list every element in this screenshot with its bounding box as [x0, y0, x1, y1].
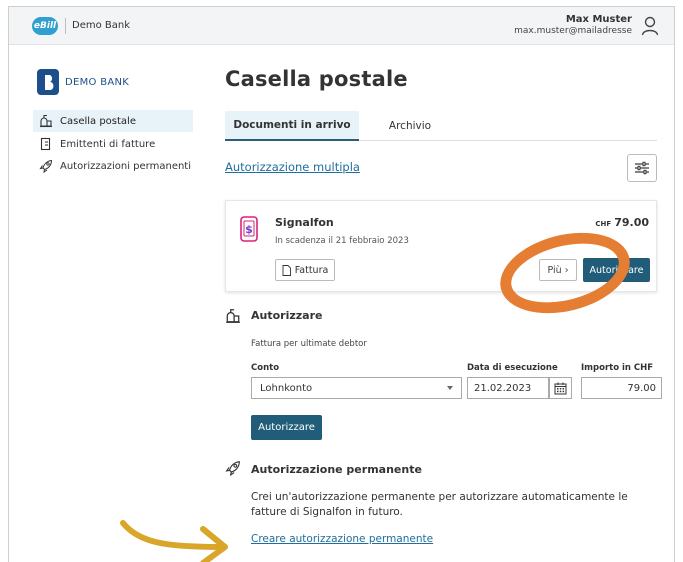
mailbox-icon	[226, 309, 240, 323]
highlight-arrow-icon	[120, 520, 228, 562]
currency: CHF	[595, 220, 612, 228]
sidebar-item-label: Autorizzazioni permanenti	[60, 160, 192, 172]
calendar-icon	[554, 382, 567, 394]
rocket-icon	[225, 461, 240, 476]
execution-date-input[interactable]: 21.02.2023	[467, 377, 549, 399]
document-icon	[282, 264, 291, 276]
authorize-subtitle: Fattura per ultimate debtor	[251, 339, 367, 349]
permanent-section-title: Autorizzazione permanente	[251, 463, 422, 476]
amount-input[interactable]: 79.00	[581, 377, 662, 399]
sidebar-item-casella-postale[interactable]: Casella postale	[33, 110, 193, 132]
chevron-down-icon	[447, 386, 453, 390]
more-button[interactable]: Più ›	[539, 259, 577, 281]
calendar-button[interactable]	[549, 377, 572, 399]
sidebar-item-emittenti[interactable]: Emittenti di fatture	[33, 133, 193, 155]
sidebar-item-label: Casella postale	[60, 115, 136, 127]
execution-date-label: Data di esecuzione	[467, 363, 558, 373]
sidebar-bank-name: DEMO BANK	[65, 77, 130, 88]
authorize-section-title: Autorizzare	[251, 309, 323, 322]
sidebar-item-label: Emittenti di fatture	[60, 138, 156, 150]
rocket-icon	[39, 159, 53, 173]
tab-documenti-in-arrivo[interactable]: Documenti in arrivo	[225, 111, 359, 141]
document-icon	[40, 137, 51, 151]
bill-amount: CHF 79.00	[595, 216, 649, 229]
user-email: max.muster@mailadresse	[514, 26, 632, 36]
filter-button[interactable]	[627, 154, 657, 182]
bill-card[interactable]: $ Signalfon In scadenza il 21 febbraio 2…	[225, 200, 657, 292]
account-label: Conto	[251, 363, 280, 373]
user-name: Max Muster	[565, 14, 632, 25]
mailbox-icon	[40, 114, 52, 128]
user-info[interactable]: Max Muster max.muster@mailadresse	[514, 14, 632, 36]
due-date: In scadenza il 21 febbraio 2023	[275, 236, 409, 246]
permanent-description: Crei un'autorizzazione permanente per au…	[251, 491, 628, 518]
tab-archivio[interactable]: Archivio	[375, 111, 445, 141]
top-bar: eBill Demo Bank Max Muster max.muster@ma…	[9, 7, 674, 45]
authorize-bill-button[interactable]: Autorizzare	[583, 258, 650, 282]
amount-label: Importo in CHF	[581, 363, 654, 373]
ebill-logo[interactable]: eBill	[32, 17, 58, 35]
tab-bar: Documenti in arrivo Archivio	[225, 111, 657, 141]
filter-sliders-icon	[635, 161, 649, 175]
user-icon[interactable]	[641, 16, 659, 36]
biller-name: Signalfon	[275, 216, 334, 229]
signalfon-logo-icon: $	[240, 216, 258, 242]
multi-authorization-link[interactable]: Autorizzazione multipla	[225, 160, 360, 174]
demo-bank-logo-icon	[37, 69, 59, 95]
invoice-button-label: Fattura	[294, 264, 329, 276]
app-window: eBill Demo Bank Max Muster max.muster@ma…	[8, 6, 675, 562]
authorize-submit-button[interactable]: Autorizzare	[251, 415, 322, 440]
bank-name: Demo Bank	[72, 20, 131, 31]
account-select[interactable]: Lohnkonto	[251, 377, 462, 399]
account-select-value: Lohnkonto	[260, 382, 313, 394]
amount-value: 79.00	[614, 216, 649, 229]
svg-text:$: $	[245, 223, 253, 236]
page-title: Casella postale	[225, 67, 408, 91]
create-permanent-authorization-link[interactable]: Creare autorizzazione permanente	[251, 533, 433, 545]
topbar-divider	[65, 18, 66, 34]
sidebar-item-autorizzazioni[interactable]: Autorizzazioni permanenti	[33, 155, 193, 177]
invoice-button[interactable]: Fattura	[275, 259, 335, 281]
